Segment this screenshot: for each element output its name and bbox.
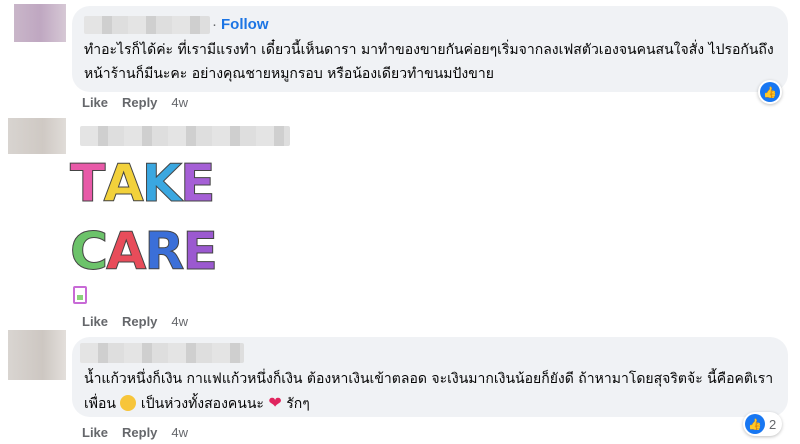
sticker-letter: E	[182, 222, 218, 282]
reaction-summary[interactable]: 👍	[758, 80, 782, 104]
comment-text-part: เป็นห่วงทั้งสองคนนะ	[136, 396, 269, 412]
smile-emoji-icon	[120, 395, 137, 411]
comment-actions: Like Reply 4w	[82, 425, 188, 440]
timestamp[interactable]: 4w	[171, 314, 188, 329]
sticker-letter: T	[69, 154, 106, 214]
reaction-summary[interactable]: 👍 2	[743, 412, 783, 436]
like-reaction-icon: 👍	[745, 414, 765, 434]
like-button[interactable]: Like	[82, 95, 108, 110]
commenter-name[interactable]	[80, 126, 290, 146]
avatar[interactable]	[8, 118, 66, 154]
sticker-care: C A R E	[69, 222, 218, 282]
sticker-letter: A	[103, 154, 144, 214]
follow-label[interactable]: Follow	[221, 16, 269, 33]
commenter-name[interactable]	[84, 16, 210, 34]
sticker-letter: K	[141, 154, 182, 214]
comment-text-part: น้ำแก้วหนึ่งก็เงิน กาแฟแก้วหนึ่งก็เงิน ต…	[84, 371, 687, 387]
reply-button[interactable]: Reply	[122, 95, 157, 110]
sticker-letter: A	[106, 222, 147, 282]
like-reaction-icon: 👍	[760, 82, 780, 102]
reply-button[interactable]: Reply	[122, 425, 157, 440]
comment-text-part: รักๆ	[281, 396, 310, 412]
like-button[interactable]: Like	[82, 425, 108, 440]
sticker-letter: E	[180, 154, 216, 214]
avatar[interactable]	[14, 4, 66, 42]
commenter-name[interactable]	[80, 343, 244, 363]
like-button[interactable]: Like	[82, 314, 108, 329]
comment-text: ทำอะไรก็ได้ค่ะ ที่เรามีแรงทำ เดี๋ยวนี้เห…	[84, 42, 774, 82]
follow-link[interactable]: · Follow	[212, 16, 269, 33]
sticker-file-icon	[73, 286, 87, 304]
timestamp[interactable]: 4w	[171, 95, 188, 110]
timestamp[interactable]: 4w	[171, 425, 188, 440]
reply-button[interactable]: Reply	[122, 314, 157, 329]
sticker-letter: R	[144, 222, 185, 282]
sticker-take: T A K E	[69, 154, 216, 214]
heart-emoji-icon: ❤	[268, 393, 282, 412]
avatar[interactable]	[8, 330, 66, 380]
comment-actions: Like Reply 4w	[82, 95, 188, 110]
comment-text: น้ำแก้วหนึ่งก็เงิน กาแฟแก้วหนึ่งก็เงิน ต…	[84, 367, 784, 416]
reaction-count: 2	[769, 416, 777, 432]
separator: ·	[212, 16, 217, 33]
comment-actions: Like Reply 4w	[82, 314, 188, 329]
sticker-letter: C	[69, 222, 108, 282]
